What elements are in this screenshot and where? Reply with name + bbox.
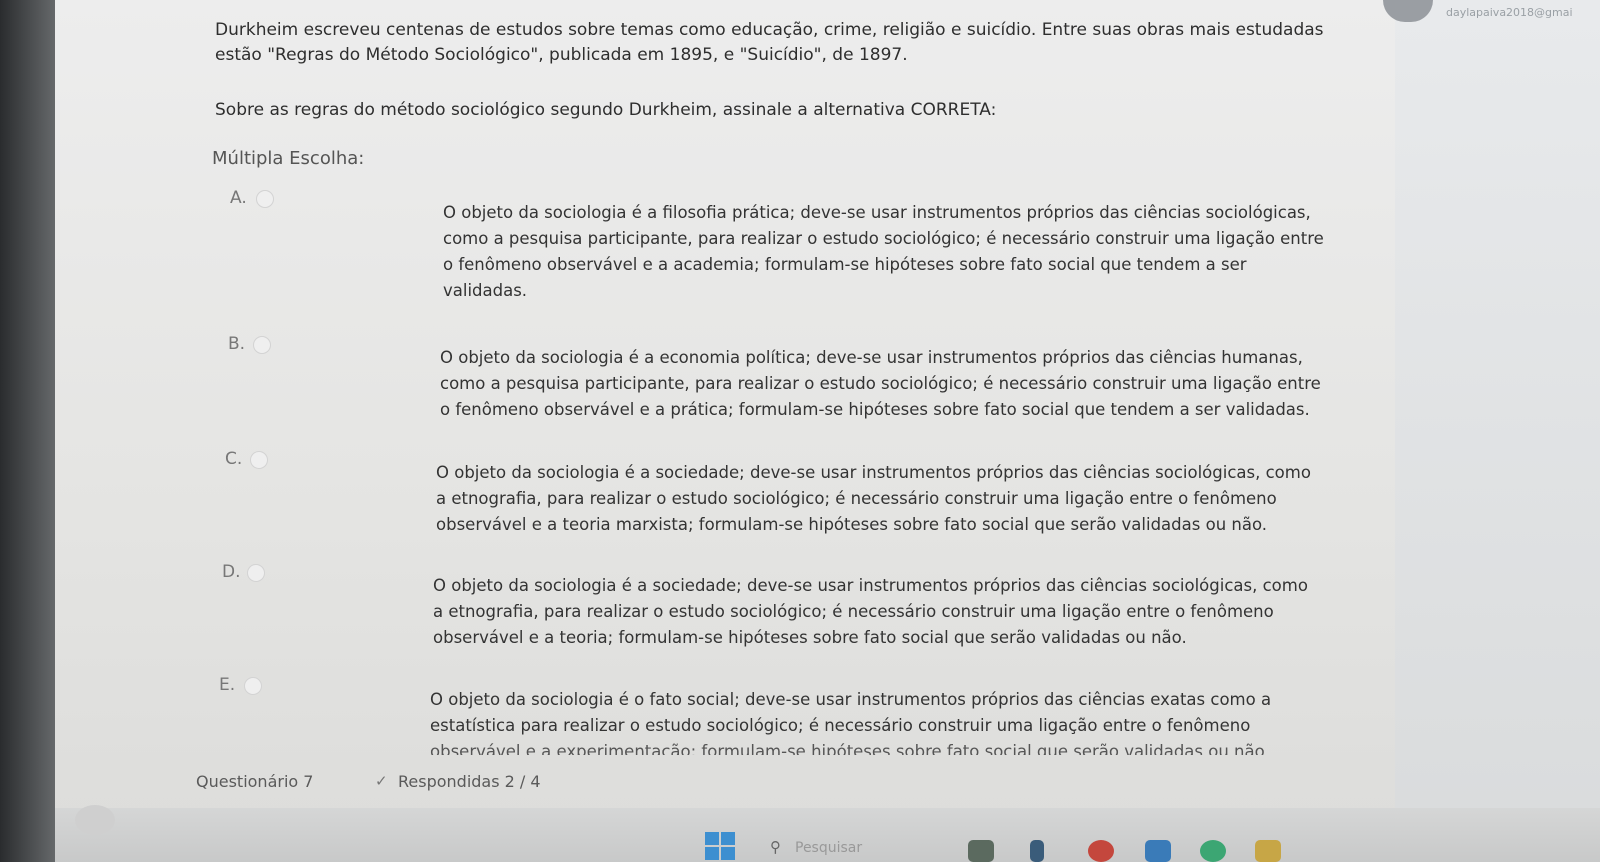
search-icon[interactable]: ⚲: [770, 838, 781, 856]
option-b-line-2[interactable]: como a pesquisa participante, para reali…: [440, 374, 1321, 393]
option-d-line-3[interactable]: observável e a teoria; formulam-se hipót…: [433, 628, 1187, 647]
question-type-label: Múltipla Escolha:: [212, 148, 365, 169]
option-e-letter: E.: [219, 675, 236, 695]
user-email: daylapaiva2018@gmai: [1446, 6, 1573, 19]
answered-count: Respondidas 2 / 4: [398, 772, 541, 791]
option-a-radio[interactable]: [256, 190, 274, 208]
option-d-letter: D.: [222, 562, 241, 582]
option-d-radio[interactable]: [247, 564, 265, 582]
option-e-radio[interactable]: [244, 677, 262, 695]
option-a-letter: A.: [230, 188, 247, 208]
task-view-icon[interactable]: [968, 840, 994, 862]
option-e-line-2[interactable]: estatística para realizar o estudo socio…: [430, 716, 1250, 735]
option-e-line-3[interactable]: observável e a experimentação; formulam-…: [430, 742, 1265, 755]
chrome-icon[interactable]: [1088, 840, 1114, 862]
check-icon: ✓: [375, 772, 388, 790]
weather-widget-icon[interactable]: [75, 805, 115, 835]
option-a-line-2[interactable]: como a pesquisa participante, para reali…: [443, 229, 1324, 248]
option-b-radio[interactable]: [253, 336, 271, 354]
right-side-panel: [1395, 0, 1600, 862]
taskbar-search-input[interactable]: Pesquisar: [795, 840, 862, 856]
file-explorer-icon[interactable]: [1030, 840, 1044, 862]
option-c-line-3[interactable]: observável e a teoria marxista; formulam…: [436, 515, 1267, 534]
option-d-line-1[interactable]: O objeto da sociologia é a sociedade; de…: [433, 576, 1308, 595]
option-b-letter: B.: [228, 334, 246, 354]
folder-icon[interactable]: [1255, 840, 1281, 862]
app-icon[interactable]: [1200, 840, 1226, 862]
option-b-line-1[interactable]: O objeto da sociologia é a economia polí…: [440, 348, 1303, 367]
option-a-line-3[interactable]: o fenômeno observável e a academia; form…: [443, 255, 1247, 274]
option-b-line-3[interactable]: o fenômeno observável e a prática; formu…: [440, 400, 1310, 419]
question-intro-line-2: estão "Regras do Método Sociológico", pu…: [215, 45, 908, 65]
windows-start-icon[interactable]: [705, 832, 735, 860]
option-e-line-1[interactable]: O objeto da sociologia é o fato social; …: [430, 690, 1271, 709]
quiz-name[interactable]: Questionário 7: [196, 772, 313, 791]
edge-icon[interactable]: [1145, 840, 1171, 862]
option-a-line-4[interactable]: validadas.: [443, 281, 527, 300]
option-c-line-2[interactable]: a etnografia, para realizar o estudo soc…: [436, 489, 1277, 508]
monitor-bezel: [0, 0, 60, 862]
question-prompt: Sobre as regras do método sociológico se…: [215, 100, 997, 120]
option-c-radio[interactable]: [250, 451, 268, 469]
option-c-letter: C.: [225, 449, 243, 469]
question-intro-line-1: Durkheim escreveu centenas de estudos so…: [215, 20, 1324, 40]
option-d-line-2[interactable]: a etnografia, para realizar o estudo soc…: [433, 602, 1274, 621]
option-c-line-1[interactable]: O objeto da sociologia é a sociedade; de…: [436, 463, 1311, 482]
option-a-line-1[interactable]: O objeto da sociologia é a filosofia prá…: [443, 203, 1311, 222]
